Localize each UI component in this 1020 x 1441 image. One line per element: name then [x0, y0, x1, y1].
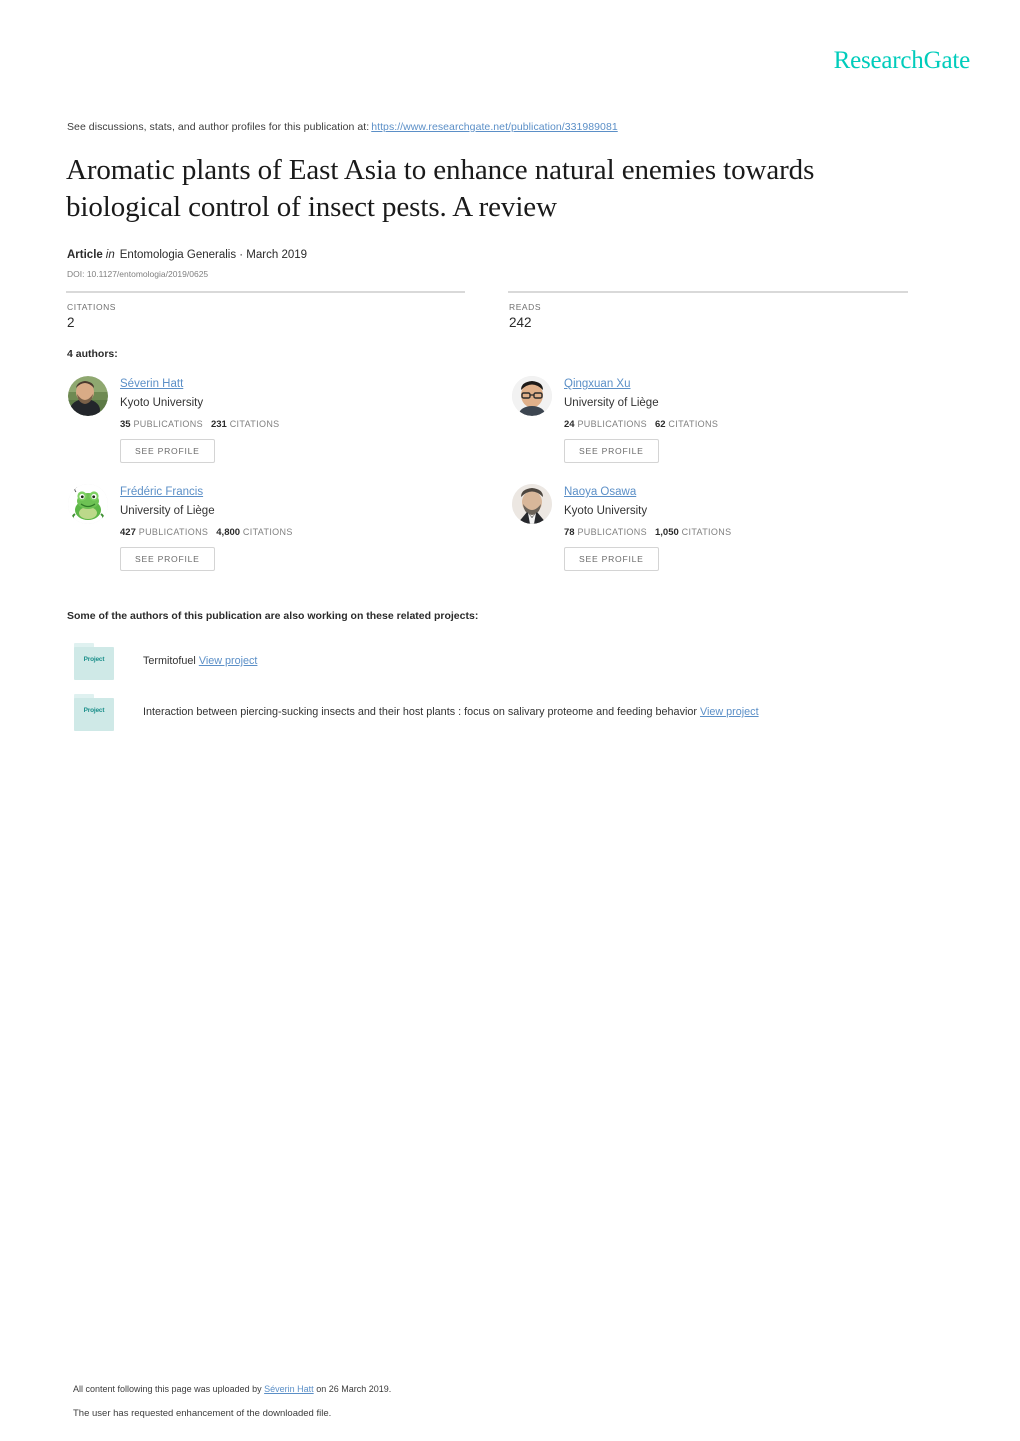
- article-type-label: Article: [67, 249, 103, 261]
- divider-citations: [66, 291, 465, 293]
- authors-count-label: 4 authors:: [67, 348, 118, 360]
- avatar[interactable]: [512, 484, 552, 524]
- citations-count: 1,050: [654, 527, 679, 539]
- author-affiliation: Kyoto University: [120, 396, 204, 409]
- see-profile-button[interactable]: SEE PROFILE: [564, 439, 659, 463]
- avatar[interactable]: [68, 484, 108, 524]
- enhancement-note: The user has requested enhancement of th…: [73, 1408, 332, 1419]
- publication-url-link[interactable]: https://www.researchgate.net/publication…: [371, 121, 618, 133]
- author-citations-label: CITATIONS: [242, 527, 293, 538]
- author-stats: 24 PUBLICATIONS 62 CITATIONS: [564, 419, 944, 430]
- author-affiliation: University of Liège: [564, 396, 659, 409]
- author-citations-label: CITATIONS: [229, 419, 280, 430]
- project-title: Interaction between piercing-sucking ins…: [143, 706, 697, 718]
- view-project-link[interactable]: View project: [700, 706, 759, 718]
- author-card: Séverin Hatt Kyoto University 35 PUBLICA…: [66, 374, 506, 474]
- project-text: Interaction between piercing-sucking ins…: [143, 706, 759, 718]
- publications-count: 24: [564, 419, 575, 431]
- citations-count: 231: [210, 419, 227, 431]
- discussions-line: See discussions, stats, and author profi…: [67, 121, 618, 133]
- project-title: Termitofuel: [143, 655, 196, 667]
- author-stats: 427 PUBLICATIONS 4,800 CITATIONS: [120, 527, 500, 538]
- uploader-link[interactable]: Séverin Hatt: [264, 1384, 314, 1394]
- author-name-link[interactable]: Frédéric Francis: [120, 486, 203, 498]
- project-row: Project Termitofuel View project: [66, 643, 966, 683]
- author-citations-label: CITATIONS: [668, 419, 719, 430]
- avatar[interactable]: [512, 376, 552, 416]
- author-stats: 35 PUBLICATIONS 231 CITATIONS: [120, 419, 500, 430]
- article-source: Entomologia Generalis · March 2019: [119, 249, 308, 261]
- discussions-prefix: See discussions, stats, and author profi…: [67, 121, 370, 133]
- reads-value: 242: [509, 315, 532, 330]
- author-name-link[interactable]: Séverin Hatt: [120, 378, 183, 390]
- see-profile-button[interactable]: SEE PROFILE: [120, 439, 215, 463]
- author-card: Qingxuan Xu University of Liège 24 PUBLI…: [510, 374, 950, 474]
- related-projects-heading: Some of the authors of this publication …: [67, 610, 479, 622]
- see-profile-button[interactable]: SEE PROFILE: [120, 547, 215, 571]
- author-details: Qingxuan Xu University of Liège 24 PUBLI…: [564, 374, 944, 463]
- author-details: Naoya Osawa Kyoto University 78 PUBLICAT…: [564, 482, 944, 571]
- author-card: Frédéric Francis University of Liège 427…: [66, 482, 506, 582]
- citations-count: 4,800: [216, 527, 241, 539]
- author-card: Naoya Osawa Kyoto University 78 PUBLICAT…: [510, 482, 950, 582]
- project-folder-icon: Project: [74, 643, 114, 680]
- see-profile-button[interactable]: SEE PROFILE: [564, 547, 659, 571]
- cartoon-green-frog-icon: [68, 484, 108, 524]
- photo-man-glasses-icon: [512, 376, 552, 416]
- view-project-link[interactable]: View project: [199, 655, 258, 667]
- researchgate-publication-page: ResearchGate See discussions, stats, and…: [0, 0, 1020, 1441]
- project-folder-icon: Project: [74, 694, 114, 731]
- article-meta-line: Article in Entomologia Generalis · March 2…: [67, 249, 307, 261]
- citations-value: 2: [67, 315, 75, 330]
- citations-count: 62: [654, 419, 666, 431]
- project-icon-label: Project: [83, 656, 105, 663]
- upload-note: All content following this page was uplo…: [73, 1384, 391, 1394]
- publications-count: 35: [120, 419, 131, 431]
- publications-label: PUBLICATIONS: [133, 419, 203, 430]
- publications-count: 427: [120, 527, 136, 539]
- project-text: Termitofuel View project: [143, 655, 257, 667]
- publications-label: PUBLICATIONS: [138, 527, 209, 538]
- upload-note-prefix: All content following this page was uplo…: [73, 1384, 262, 1394]
- author-affiliation: Kyoto University: [564, 504, 648, 517]
- author-name-link[interactable]: Naoya Osawa: [564, 486, 636, 498]
- publications-label: PUBLICATIONS: [577, 527, 647, 538]
- page-title: Aromatic plants of East Asia to enhance …: [66, 154, 815, 224]
- author-name-link[interactable]: Qingxuan Xu: [564, 378, 631, 390]
- project-icon-label: Project: [83, 707, 105, 714]
- project-row: Project Interaction between piercing-suc…: [66, 694, 966, 734]
- researchgate-logo[interactable]: ResearchGate: [834, 48, 971, 73]
- author-details: Frédéric Francis University of Liège 427…: [120, 482, 500, 571]
- publications-count: 78: [564, 527, 575, 539]
- reads-label: READS: [509, 302, 542, 312]
- avatar[interactable]: [68, 376, 108, 416]
- author-affiliation: University of Liège: [120, 504, 215, 517]
- doi-line: DOI: 10.1127/entomologia/2019/0625: [67, 269, 209, 279]
- photo-man-suit-icon: [512, 484, 552, 524]
- author-details: Séverin Hatt Kyoto University 35 PUBLICA…: [120, 374, 500, 463]
- author-stats: 78 PUBLICATIONS 1,050 CITATIONS: [564, 527, 944, 538]
- divider-reads: [508, 291, 908, 293]
- author-citations-label: CITATIONS: [681, 527, 732, 538]
- photo-bearded-man-outdoors-icon: [68, 376, 108, 416]
- upload-note-suffix: on 26 March 2019.: [316, 1384, 392, 1394]
- article-in-label: in: [105, 249, 115, 261]
- publications-label: PUBLICATIONS: [577, 419, 647, 430]
- citations-label: CITATIONS: [67, 302, 117, 312]
